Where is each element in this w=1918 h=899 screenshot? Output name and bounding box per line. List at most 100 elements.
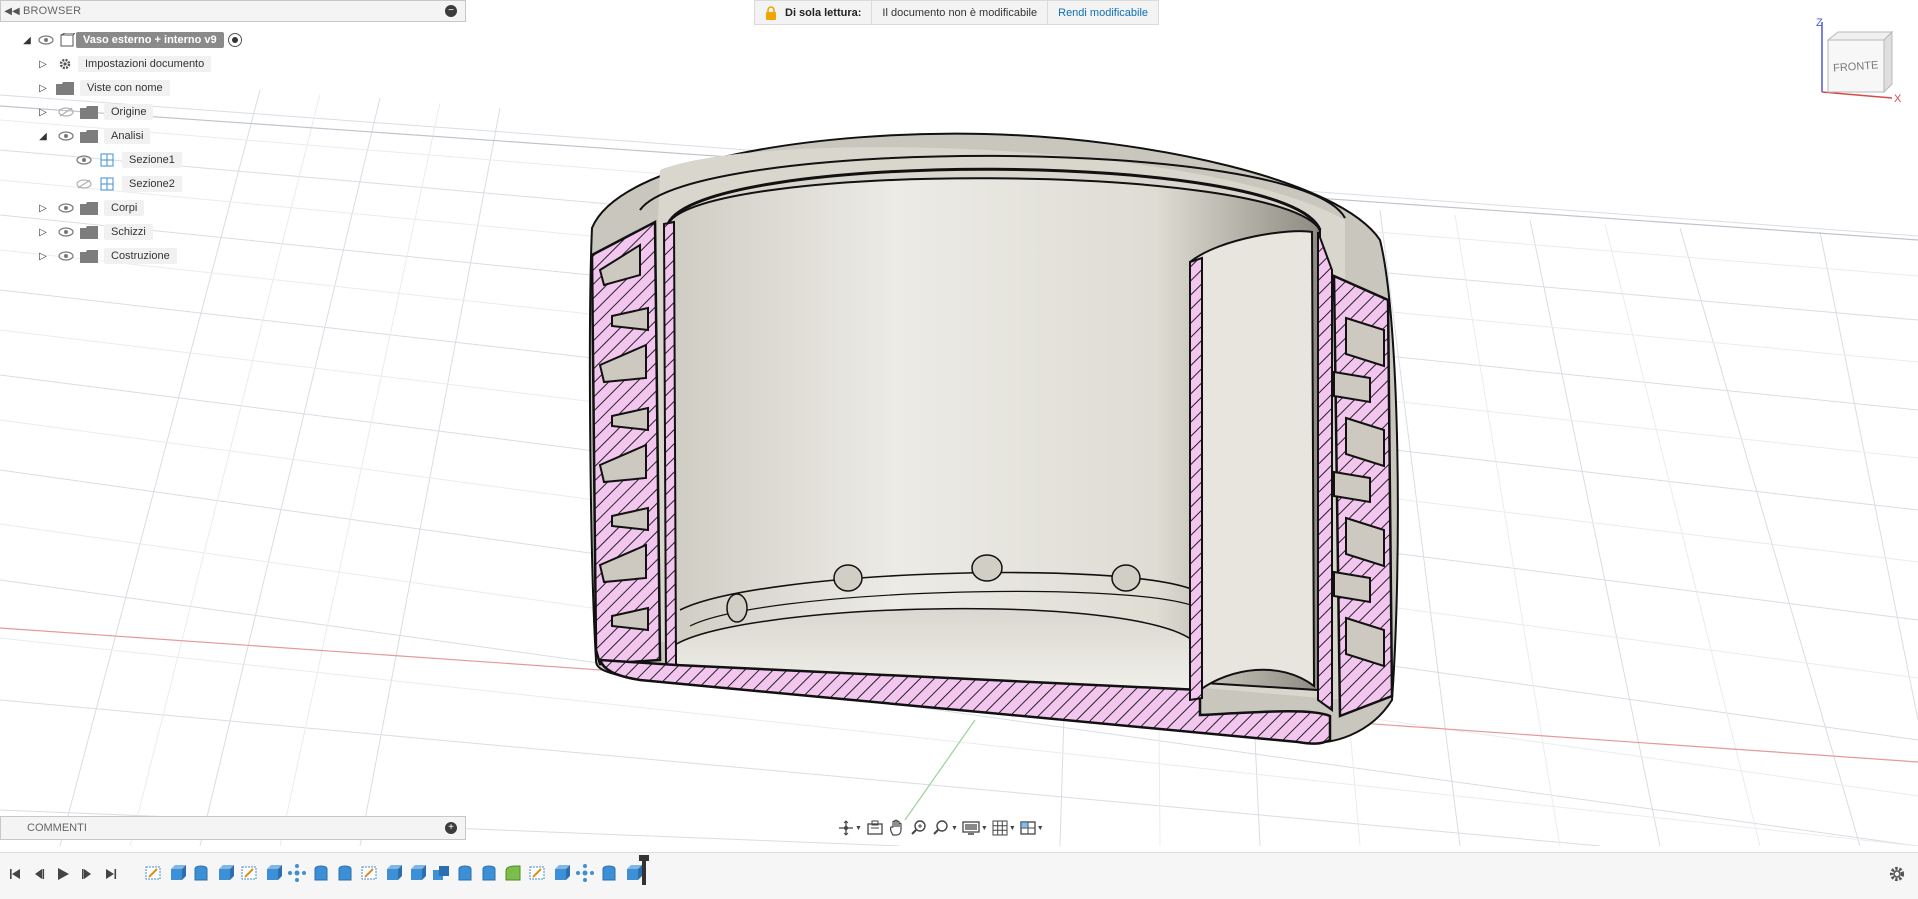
visibility-eye-icon[interactable]	[58, 202, 74, 214]
timeline-features	[142, 862, 643, 884]
timeline-feature-revolve-icon[interactable]	[334, 862, 355, 884]
timeline-feature-extrude-icon[interactable]	[214, 862, 235, 884]
collapsed-arrow-icon[interactable]: ▷	[36, 225, 50, 239]
skip-end-icon	[106, 869, 117, 879]
timeline-feature-extrude-icon[interactable]	[166, 862, 187, 884]
visibility-eye-icon[interactable]	[58, 226, 74, 238]
collapse-panel-icon[interactable]: ◀◀	[1, 6, 23, 17]
tree-item-section1[interactable]: Sezione1	[76, 150, 182, 170]
collapsed-arrow-icon[interactable]: ▷	[36, 81, 50, 95]
step-back-icon	[35, 869, 45, 879]
timeline-feature-sketch-icon[interactable]	[142, 862, 163, 884]
collapsed-arrow-icon[interactable]: ▷	[36, 57, 50, 71]
pan-icon	[889, 819, 902, 836]
timeline-feature-pattern-icon[interactable]	[286, 862, 307, 884]
timeline-settings-gear-icon[interactable]	[1888, 865, 1906, 883]
orbit-button[interactable]: ▼	[838, 819, 862, 837]
timeline-feature-revolve-icon[interactable]	[598, 862, 619, 884]
lock-icon	[766, 5, 776, 20]
go-to-start-button[interactable]	[6, 865, 24, 883]
tree-item-document-settings[interactable]: ▷ Impostazioni documento	[36, 54, 212, 74]
visibility-eye-icon[interactable]	[76, 154, 92, 166]
timeline-feature-pattern-icon[interactable]	[574, 862, 595, 884]
make-editable-segment[interactable]: Rendi modificabile	[1048, 1, 1158, 24]
timeline-feature-combine-icon[interactable]	[430, 862, 451, 884]
display-settings-button[interactable]: ▼	[962, 819, 988, 837]
hidden-eye-icon[interactable]	[58, 106, 74, 118]
axis-x-label: X	[1894, 93, 1902, 104]
look-at-button[interactable]	[866, 819, 884, 837]
play-button[interactable]	[54, 865, 72, 883]
make-editable-link[interactable]: Rendi modificabile	[1058, 7, 1148, 19]
zoom-button[interactable]	[910, 819, 928, 837]
activate-radio-icon[interactable]	[227, 33, 242, 47]
tree-item-label[interactable]: Schizzi	[104, 224, 153, 240]
collapsed-arrow-icon[interactable]: ▷	[36, 201, 50, 215]
viewcube[interactable]: Z X FRONTE	[1812, 14, 1912, 104]
tree-item-label[interactable]: Corpi	[104, 200, 145, 216]
timeline-feature-sketch-icon[interactable]	[526, 862, 547, 884]
step-back-button[interactable]	[30, 865, 48, 883]
play-icon	[58, 868, 69, 880]
visibility-eye-icon[interactable]	[58, 130, 74, 142]
timeline-feature-extrude-icon[interactable]	[382, 862, 403, 884]
comments-title: COMMENTI	[27, 822, 87, 834]
read-only-title: Di sola lettura:	[785, 6, 862, 19]
viewports-button[interactable]: ▼	[1020, 819, 1044, 837]
timeline-feature-revolve-icon[interactable]	[310, 862, 331, 884]
step-forward-button[interactable]	[78, 865, 96, 883]
minimize-panel-button[interactable]: −	[445, 5, 457, 17]
timeline-feature-revolve-icon[interactable]	[454, 862, 475, 884]
tree-item-label[interactable]: Impostazioni documento	[78, 56, 212, 72]
display-settings-icon	[962, 821, 980, 835]
expanded-arrow-icon[interactable]: ◢	[36, 129, 50, 143]
tree-item-label[interactable]: Sezione1	[122, 152, 182, 168]
tree-item-label[interactable]: Origine	[104, 104, 154, 120]
browser-title: BROWSER	[23, 5, 82, 17]
read-only-message-segment: Il documento non è modificabile	[872, 1, 1049, 24]
visibility-eye-icon[interactable]	[58, 250, 74, 262]
viewports-icon	[1020, 821, 1036, 835]
timeline-feature-revolve-icon[interactable]	[190, 862, 211, 884]
tree-item-construction[interactable]: ▷ Costruzione	[36, 246, 177, 266]
grid-settings-button[interactable]: ▼	[992, 819, 1016, 837]
tree-item-label[interactable]: Analisi	[104, 128, 151, 144]
pan-button[interactable]	[888, 819, 906, 837]
timeline-feature-sketch-icon[interactable]	[238, 862, 259, 884]
timeline-feature-extrude-icon[interactable]	[262, 862, 283, 884]
3d-viewport[interactable]	[0, 0, 1918, 846]
tree-item-sketches[interactable]: ▷ Schizzi	[36, 222, 153, 242]
go-to-end-button[interactable]	[102, 865, 120, 883]
tree-item-section2[interactable]: Sezione2	[76, 174, 182, 194]
timeline-feature-extrude-icon[interactable]	[622, 862, 643, 884]
timeline-feature-fillet-icon[interactable]	[502, 862, 523, 884]
tree-item-origin[interactable]: ▷ Origine	[36, 102, 154, 122]
tree-root-row[interactable]: ◢ Vaso esterno + interno v9	[20, 30, 242, 50]
y-axis-line	[904, 719, 976, 821]
tree-item-named-views[interactable]: ▷ Viste con nome	[36, 78, 170, 98]
tree-item-bodies[interactable]: ▷ Corpi	[36, 198, 145, 218]
section-analysis-icon	[98, 153, 116, 167]
collapsed-arrow-icon[interactable]: ▷	[36, 249, 50, 263]
tree-item-analysis[interactable]: ◢ Analisi	[36, 126, 151, 146]
read-only-banner: Di sola lettura: Il documento non è modi…	[754, 0, 1160, 25]
gear-icon	[56, 58, 74, 71]
root-component-label[interactable]: Vaso esterno + interno v9	[76, 32, 224, 48]
visibility-eye-icon[interactable]	[38, 34, 54, 46]
timeline-feature-extrude-icon[interactable]	[550, 862, 571, 884]
tree-item-label[interactable]: Viste con nome	[80, 80, 170, 96]
component-icon	[58, 33, 76, 47]
collapsed-arrow-icon[interactable]: ▷	[36, 105, 50, 119]
timeline-feature-revolve-icon[interactable]	[478, 862, 499, 884]
fit-button[interactable]: ▼	[932, 819, 958, 837]
hidden-eye-icon[interactable]	[76, 178, 92, 190]
timeline-feature-extrude-icon[interactable]	[406, 862, 427, 884]
tree-item-label[interactable]: Sezione2	[122, 176, 182, 192]
orbit-icon	[839, 820, 853, 836]
comments-panel-header[interactable]: COMMENTI +	[0, 816, 466, 840]
tree-item-label[interactable]: Costruzione	[104, 248, 177, 264]
add-comment-button[interactable]: +	[445, 822, 457, 834]
timeline-feature-sketch-icon[interactable]	[358, 862, 379, 884]
timeline-marker[interactable]	[639, 855, 649, 885]
expanded-arrow-icon[interactable]: ◢	[20, 33, 34, 47]
